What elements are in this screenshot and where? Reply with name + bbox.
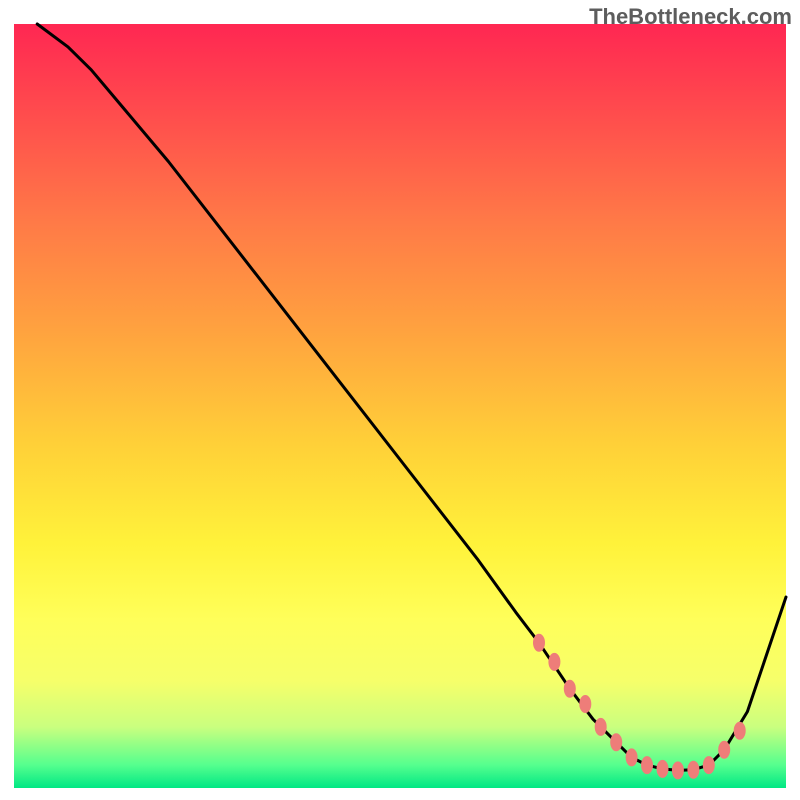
- trough-marker: [626, 748, 638, 766]
- trough-marker: [672, 761, 684, 779]
- trough-marker: [579, 695, 591, 713]
- curve-svg: [14, 24, 786, 788]
- trough-marker: [548, 653, 560, 671]
- bottleneck-curve: [37, 24, 786, 770]
- chart-frame: TheBottleneck.com: [0, 0, 800, 800]
- trough-marker: [734, 722, 746, 740]
- trough-marker: [610, 733, 622, 751]
- trough-marker: [641, 756, 653, 774]
- trough-marker: [533, 634, 545, 652]
- trough-marker: [564, 680, 576, 698]
- trough-marker: [687, 761, 699, 779]
- trough-marker-group: [533, 634, 746, 780]
- trough-marker: [595, 718, 607, 736]
- plot-area: [14, 24, 786, 788]
- trough-marker: [718, 741, 730, 759]
- trough-marker: [657, 760, 669, 778]
- trough-marker: [703, 756, 715, 774]
